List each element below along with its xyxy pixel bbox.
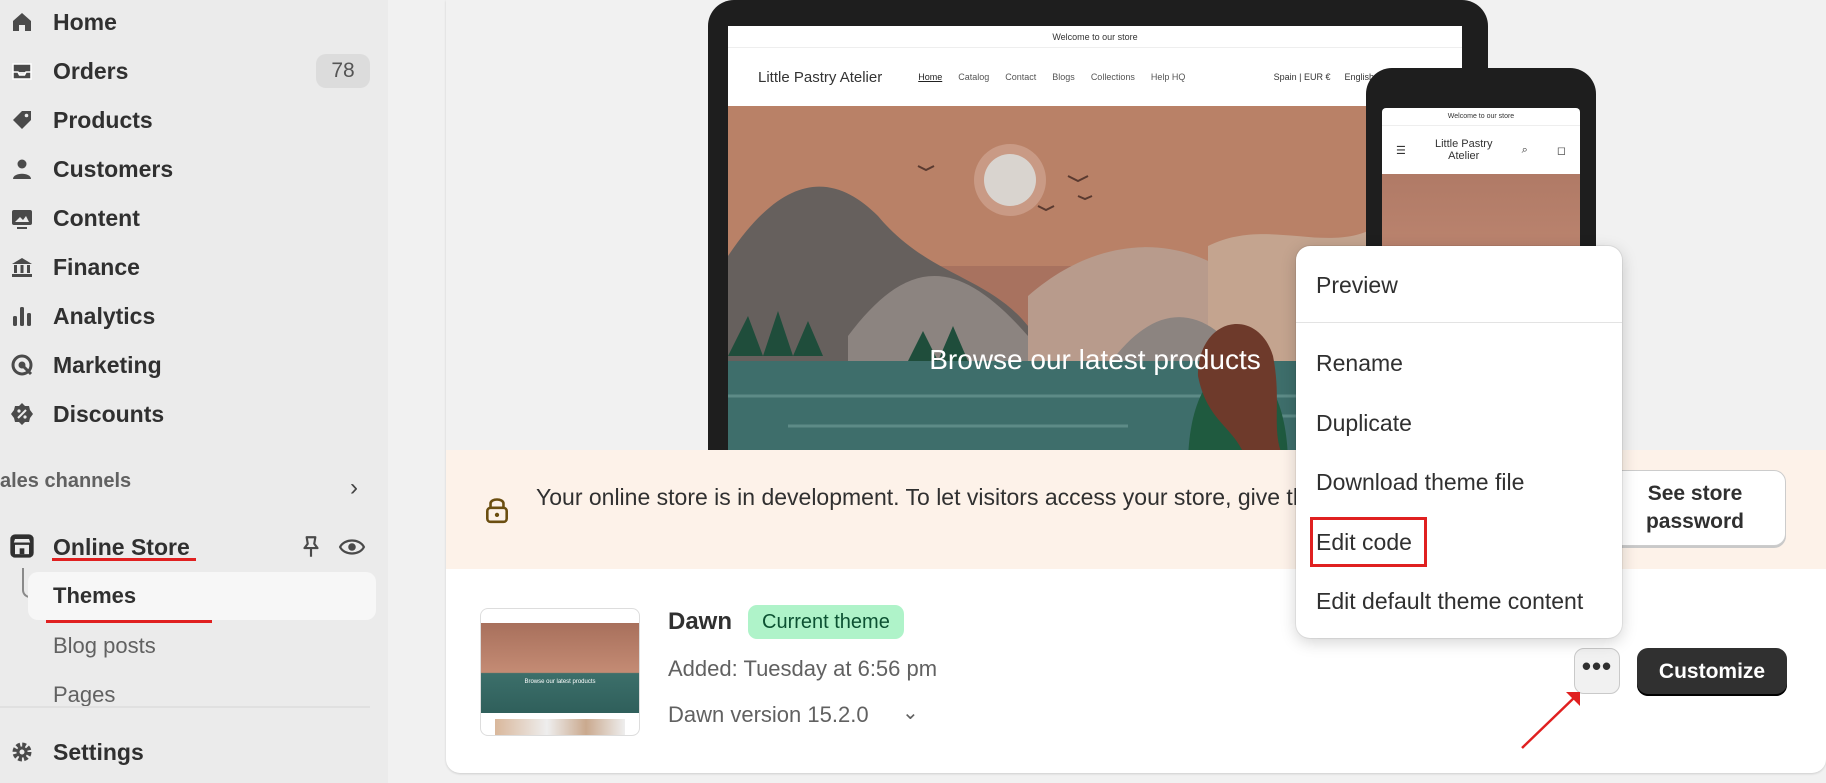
menu-item-rename[interactable]: Rename: [1316, 350, 1403, 377]
annotation-highlight-box: [1310, 517, 1427, 567]
cart-icon: ◻: [1556, 144, 1566, 157]
menu-item-preview[interactable]: Preview: [1316, 272, 1398, 299]
store-nav-item: Blogs: [1052, 72, 1075, 82]
sidebar-item-orders[interactable]: Orders 78: [0, 49, 370, 93]
theme-name: Dawn: [668, 608, 733, 635]
store-nav-item: Contact: [1005, 72, 1037, 82]
customize-button[interactable]: Customize: [1637, 648, 1787, 696]
tag-icon: [8, 106, 36, 134]
theme-actions-menu: Preview Rename Duplicate Download theme …: [1296, 246, 1622, 638]
menu-divider: [1296, 322, 1622, 323]
inbox-icon: [8, 57, 36, 85]
theme-version[interactable]: Dawn version 15.2.0: [668, 702, 869, 728]
sidebar-item-label: Analytics: [53, 302, 156, 329]
chevron-down-icon[interactable]: ⌄: [902, 700, 919, 725]
sidebar-item-label: Finance: [53, 253, 140, 280]
sidebar-item-finance[interactable]: Finance: [0, 245, 370, 289]
sidebar-item-customers[interactable]: Customers: [0, 147, 370, 191]
bank-icon: [8, 253, 36, 281]
sidebar-item-label: Home: [53, 8, 117, 35]
image-icon: [8, 204, 36, 232]
menu-item-edit-default-theme-content[interactable]: Edit default theme content: [1316, 588, 1583, 615]
sidebar-item-label: Customers: [53, 155, 174, 182]
divider: [0, 706, 370, 708]
store-nav: Home Catalog Contact Blogs Collections H…: [918, 72, 1185, 82]
announcement-bar: Welcome to our store: [1382, 108, 1580, 126]
sidebar-item-label: Marketing: [53, 351, 162, 378]
annotation-arrow: [1521, 692, 1580, 749]
sidebar-item-label: Orders: [53, 57, 129, 84]
thumbnail-text: Browse our latest products: [524, 679, 596, 685]
annotation-underline: [46, 620, 212, 623]
current-theme-badge: Current theme: [748, 605, 904, 639]
menu-icon: ☰: [1396, 144, 1406, 157]
sidebar-subitem-label[interactable]: Themes: [53, 583, 136, 609]
store-name: Little Pastry Atelier: [1434, 138, 1493, 162]
sidebar-subitem-pages[interactable]: Pages: [53, 682, 115, 708]
discount-icon: [8, 400, 36, 428]
sidebar: Home Orders 78 Products Customers Conten…: [0, 0, 388, 783]
thumbnail-hero: [481, 623, 639, 713]
sidebar-item-discounts[interactable]: Discounts: [0, 392, 370, 436]
button-label: See store password: [1645, 482, 1745, 533]
store-nav-item: Catalog: [958, 72, 990, 82]
annotation-underline: [52, 558, 196, 561]
bar-chart-icon: [8, 302, 36, 330]
phone-store-header: ☰ Little Pastry Atelier ⌕ ◻: [1382, 126, 1580, 174]
sidebar-item-label: Content: [53, 204, 140, 231]
chevron-right-icon[interactable]: ›: [350, 474, 358, 502]
store-header: Little Pastry Atelier Home Catalog Conta…: [728, 48, 1462, 106]
sidebar-item-label: Online Store: [53, 534, 190, 560]
orders-count-badge: 78: [316, 54, 370, 88]
sidebar-item-marketing[interactable]: Marketing: [0, 343, 370, 387]
sidebar-item-products[interactable]: Products: [0, 98, 370, 142]
store-icon: [8, 532, 36, 560]
sidebar-item-label: Discounts: [53, 400, 165, 427]
gear-icon: [8, 738, 36, 766]
sidebar-item-content[interactable]: Content: [0, 196, 370, 240]
target-icon: [8, 351, 36, 379]
sidebar-item-home[interactable]: Home: [0, 0, 370, 44]
eye-icon[interactable]: [338, 534, 366, 560]
store-nav-item: Collections: [1090, 72, 1135, 82]
lock-icon: [484, 496, 510, 524]
theme-thumbnail[interactable]: Browse our latest products: [480, 608, 640, 736]
search-icon: ⌕: [1521, 143, 1528, 156]
home-icon: [8, 8, 36, 36]
person-icon: [8, 155, 36, 183]
menu-item-duplicate[interactable]: Duplicate: [1316, 410, 1412, 437]
sidebar-item-settings[interactable]: Settings: [0, 730, 370, 774]
sidebar-item-label: Products: [53, 106, 153, 133]
theme-added-date: Added: Tuesday at 6:56 pm: [668, 656, 938, 681]
region-selector: Spain | EUR €: [1273, 72, 1331, 82]
sidebar-item-online-store[interactable]: Online Store: [0, 526, 380, 568]
store-options: Spain | EUR € English: [1274, 72, 1374, 82]
menu-item-download-theme-file[interactable]: Download theme file: [1316, 469, 1524, 496]
thumbnail-products: [495, 719, 625, 735]
sidebar-subitem-blog-posts[interactable]: Blog posts: [53, 633, 156, 659]
announcement-bar: Welcome to our store: [728, 26, 1462, 48]
sidebar-item-analytics[interactable]: Analytics: [0, 294, 370, 338]
pin-icon[interactable]: [298, 534, 324, 560]
store-nav-item: Help HQ: [1150, 72, 1186, 82]
sales-channels-header[interactable]: ales channels: [0, 470, 131, 493]
sidebar-item-label: Settings: [53, 738, 144, 765]
store-nav-item: Home: [918, 72, 943, 82]
store-name: Little Pastry Atelier: [758, 68, 883, 86]
